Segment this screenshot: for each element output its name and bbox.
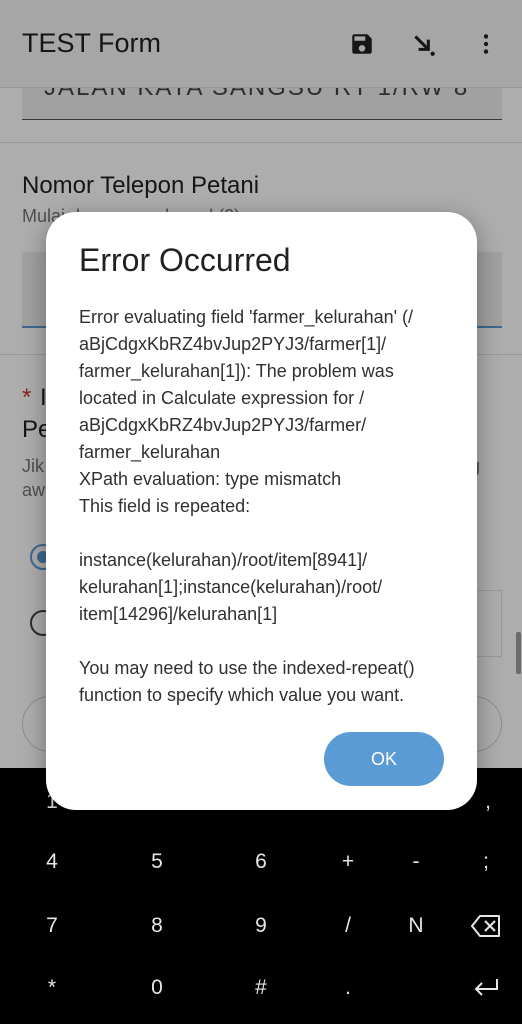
key-asterisk[interactable]: * xyxy=(22,968,82,1008)
backspace-key[interactable] xyxy=(456,906,516,946)
key-minus[interactable]: - xyxy=(386,842,446,882)
key-period[interactable]: . xyxy=(318,968,378,1008)
error-dialog: Error Occurred Error evaluating field 'f… xyxy=(46,212,477,810)
key-0[interactable]: 0 xyxy=(127,968,187,1008)
dialog-title: Error Occurred xyxy=(79,242,291,278)
key-6[interactable]: 6 xyxy=(231,842,291,882)
backspace-icon xyxy=(471,915,500,937)
key-plus[interactable]: + xyxy=(318,842,378,882)
key-4[interactable]: 4 xyxy=(22,842,82,882)
ok-button[interactable]: OK xyxy=(324,732,444,786)
key-7[interactable]: 7 xyxy=(22,906,82,946)
dialog-message: Error evaluating field 'farmer_kelurahan… xyxy=(79,307,415,705)
key-semicolon[interactable]: ; xyxy=(456,842,516,882)
key-hash[interactable]: # xyxy=(231,968,291,1008)
key-n[interactable]: N xyxy=(386,906,446,946)
key-5[interactable]: 5 xyxy=(127,842,187,882)
key-8[interactable]: 8 xyxy=(127,906,187,946)
enter-icon xyxy=(474,979,498,996)
key-slash[interactable]: / xyxy=(318,906,378,946)
enter-key[interactable] xyxy=(456,968,516,1008)
key-9[interactable]: 9 xyxy=(231,906,291,946)
